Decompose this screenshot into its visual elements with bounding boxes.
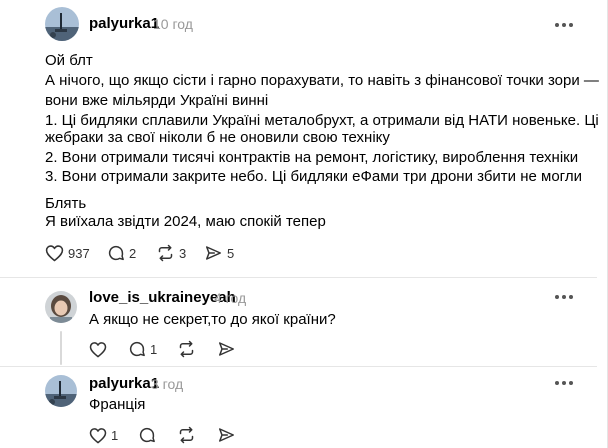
reply-timestamp: 4 год	[214, 290, 247, 306]
post-text-line: жебраки за свої ніколи б не оновили свою…	[45, 129, 390, 146]
avatar[interactable]	[45, 291, 77, 323]
repost-icon	[177, 426, 196, 444]
post-text-line: 2. Вони отримали тисячі контрактів на ре…	[45, 149, 579, 166]
post-timestamp: 10 год	[153, 16, 193, 32]
reply-timestamp: 3 год	[151, 376, 184, 392]
post-text-line: Я виїхала звідти 2024, маю спокій тепер	[45, 213, 326, 230]
comment-icon	[128, 340, 146, 358]
thread-line	[60, 331, 62, 365]
reply-actions: 1	[89, 424, 249, 446]
avatar[interactable]	[45, 7, 79, 41]
post-text-line: вони вже мільярди Україні винні	[45, 92, 269, 109]
comment-button[interactable]	[138, 424, 160, 446]
comment-icon	[107, 244, 125, 262]
repost-button[interactable]: 3	[156, 242, 186, 264]
avatar[interactable]	[45, 375, 77, 407]
more-icon[interactable]	[555, 377, 575, 389]
like-count: 1	[111, 427, 119, 443]
reply-username[interactable]: palyurka1	[89, 375, 159, 392]
like-button[interactable]	[89, 338, 111, 360]
share-button[interactable]	[217, 424, 236, 446]
comment-button[interactable]: 2	[107, 242, 136, 264]
reply-count: 1	[150, 341, 158, 357]
heart-icon	[89, 341, 107, 358]
thread-view: palyurka1 10 год Ой блт А нічого, що якщ…	[0, 0, 608, 448]
repost-button[interactable]	[177, 338, 196, 360]
more-icon[interactable]	[555, 291, 575, 303]
divider	[0, 366, 597, 367]
share-button[interactable]	[217, 338, 236, 360]
more-icon[interactable]	[555, 19, 575, 31]
comment-icon	[138, 426, 156, 444]
repost-icon	[177, 340, 196, 358]
like-button[interactable]: 1	[89, 424, 118, 446]
comment-button[interactable]: 1	[128, 338, 157, 360]
reply-count: 2	[129, 245, 137, 261]
post-text-line: А нічого, що якщо сісти і гарно порахува…	[45, 72, 599, 89]
share-icon	[217, 340, 236, 358]
heart-icon	[45, 244, 64, 262]
share-count: 5	[227, 245, 235, 261]
post-text-line: Ой блт	[45, 52, 93, 69]
share-icon	[204, 244, 223, 262]
reply-actions: 1	[89, 338, 249, 360]
share-icon	[217, 426, 236, 444]
like-count: 937	[68, 245, 90, 261]
heart-icon	[89, 427, 107, 444]
post-text-line: 3. Вони отримали закрите небо. Ці бидляк…	[45, 168, 582, 185]
share-button[interactable]: 5	[204, 242, 234, 264]
repost-button[interactable]	[177, 424, 196, 446]
divider	[0, 277, 597, 278]
post-actions: 937 2 3 5	[45, 242, 265, 264]
post-username[interactable]: palyurka1	[89, 15, 159, 32]
repost-count: 3	[179, 245, 187, 261]
like-button[interactable]: 937	[45, 242, 90, 264]
post-text-line: Блять	[45, 195, 87, 212]
reply-text: Франція	[89, 396, 146, 413]
reply-text: А якщо не секрет,то до якої країни?	[89, 311, 336, 328]
repost-icon	[156, 244, 175, 262]
